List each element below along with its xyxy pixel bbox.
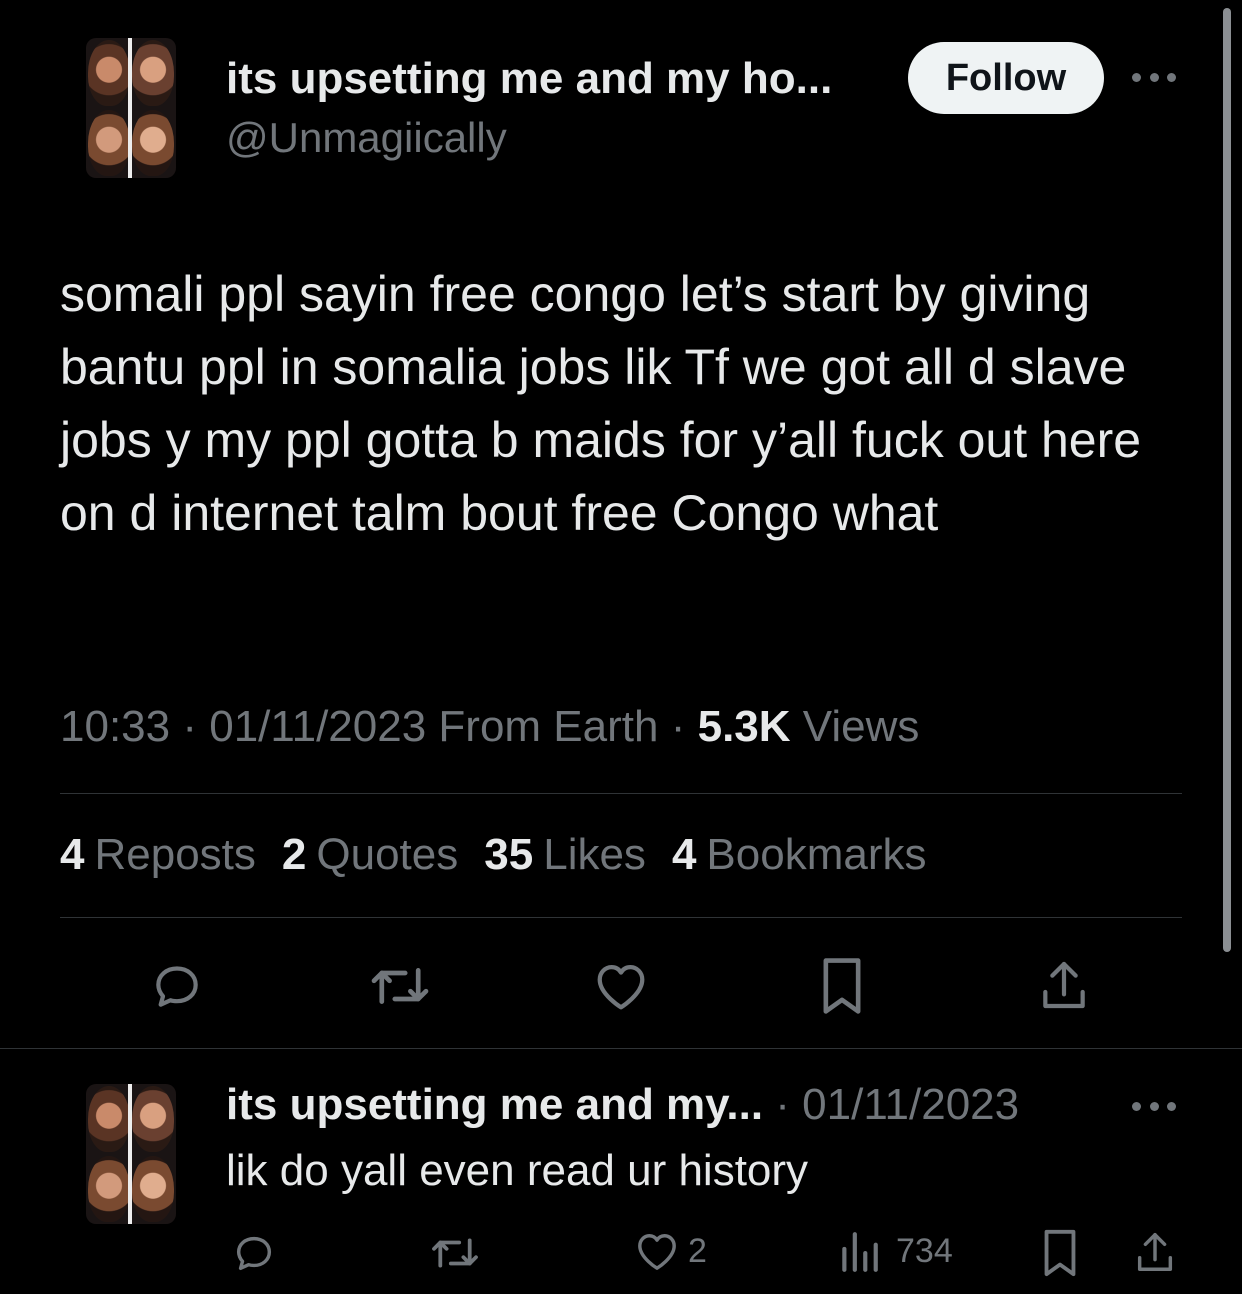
tweet-stats: 4 Reposts 2 Quotes 35 Likes 4 Bookmarks [60,830,927,880]
reply-icon [236,1236,272,1271]
views-count: 5.3K [697,702,791,751]
tweet-meta: 10:33 · 01/11/2023 From Earth · 5.3K Vie… [60,702,920,751]
reply-text: lik do yall even read ur history [226,1146,809,1195]
like-icon [597,964,645,1010]
bookmark-icon [1044,1229,1076,1277]
follow-button[interactable]: Follow [908,42,1104,114]
author-handle[interactable]: @Unmagiically [226,114,507,162]
bookmarks-stat[interactable]: 4 Bookmarks [672,830,927,880]
share-button[interactable] [1036,956,1092,1014]
author-name[interactable]: its upsetting me and my ho... [226,54,832,104]
likes-stat[interactable]: 35 Likes [484,830,646,880]
repost-icon [371,968,429,1004]
reply-author-avatar[interactable] [86,1084,176,1224]
share-icon [1137,1233,1173,1271]
scrollbar[interactable] [1223,8,1231,952]
reply-bookmark-button[interactable] [1040,1228,1080,1278]
tweet-time[interactable]: 10:33 [60,702,170,751]
reply-button[interactable] [148,958,206,1014]
like-icon [638,1234,676,1270]
views-label: Views [802,702,920,751]
repost-icon [432,1238,478,1268]
quotes-stat[interactable]: 2 Quotes [282,830,458,880]
repost-button[interactable] [368,960,432,1012]
bookmark-button[interactable] [818,956,866,1016]
more-icon[interactable] [1132,71,1176,83]
reposts-stat[interactable]: 4 Reposts [60,830,256,880]
divider [60,917,1182,918]
author-avatar[interactable] [86,38,176,178]
reply-date[interactable]: 01/11/2023 [802,1080,1019,1129]
reply-like-count: 2 [688,1231,707,1270]
more-icon[interactable] [1132,1100,1176,1112]
reply-views-count: 734 [896,1231,953,1270]
share-icon [1043,961,1085,1009]
reply-header: its upsetting me and my... · 01/11/2023 [226,1080,1020,1129]
bookmark-icon [823,958,861,1014]
reply-author-name[interactable]: its upsetting me and my... [226,1080,763,1129]
reply-reply-button[interactable] [230,1230,278,1276]
views-icon [842,1232,878,1272]
like-button[interactable] [592,960,650,1012]
reply-repost-button[interactable] [428,1232,482,1274]
tweet-date[interactable]: 01/11/2023 [209,702,426,751]
section-divider [0,1048,1242,1049]
reply-icon [156,966,198,1007]
tweet-text: somali ppl sayin free congo let’s start … [60,266,1142,541]
tweet-source: From Earth [438,702,659,751]
divider [60,793,1182,794]
reply-views-button[interactable]: 734 [838,1228,953,1274]
reply-like-button[interactable]: 2 [634,1230,707,1272]
reply-share-button[interactable] [1132,1228,1178,1276]
